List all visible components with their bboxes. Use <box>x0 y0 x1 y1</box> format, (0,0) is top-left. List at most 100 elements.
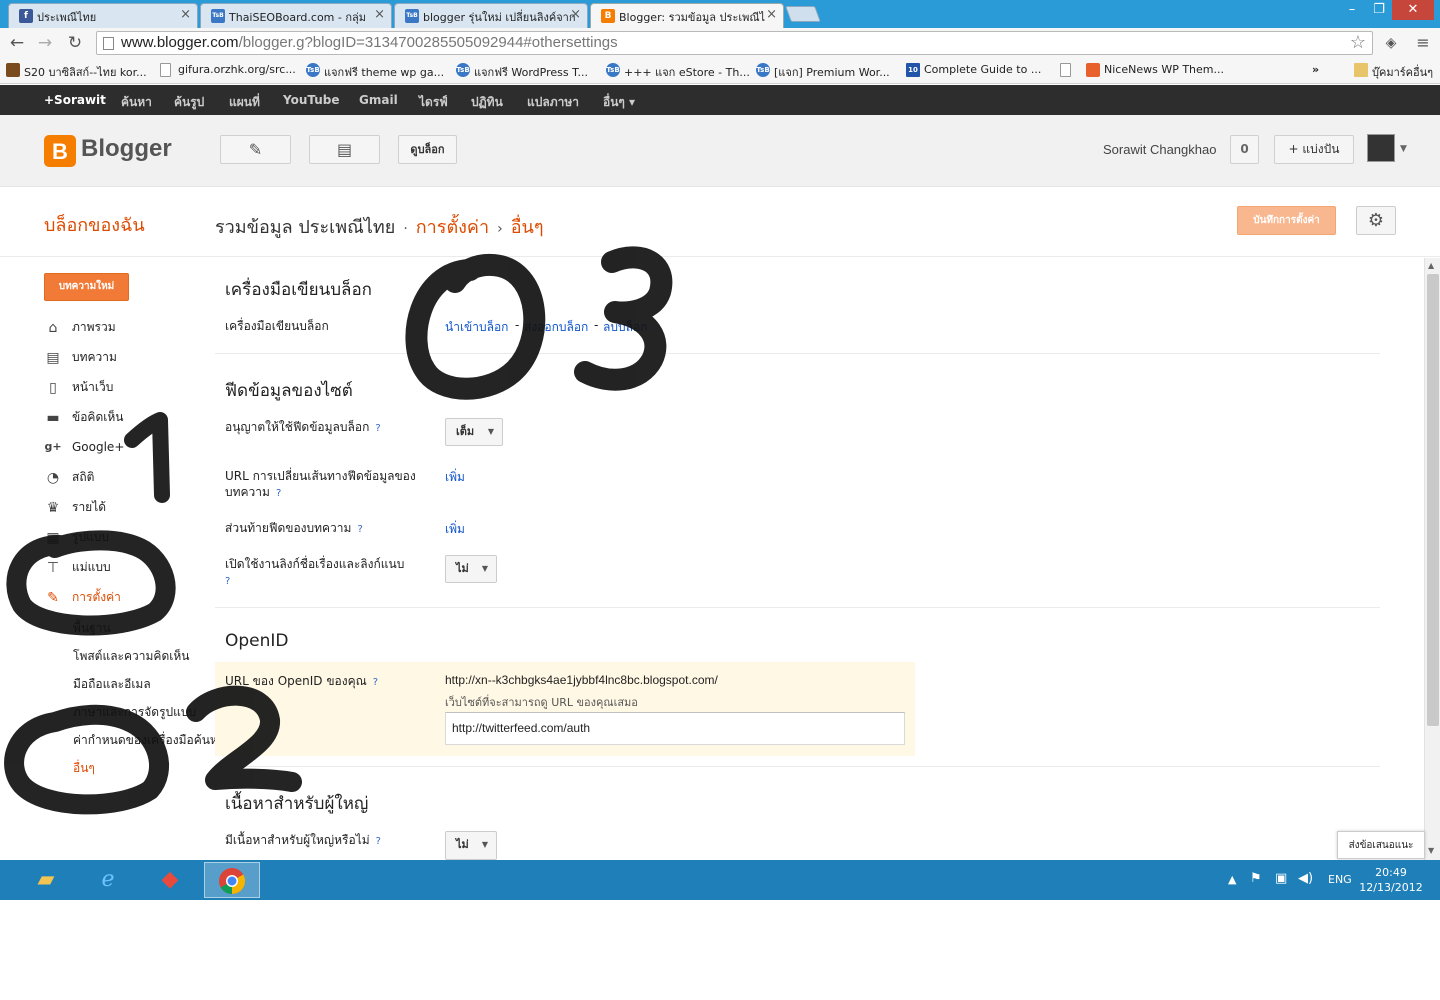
bookmark-item[interactable]: gifura.orzhk.org/src... <box>160 63 296 77</box>
gbar-link-youtube[interactable]: YouTube <box>283 93 340 107</box>
posts-list-button[interactable]: ▤ <box>309 135 380 164</box>
save-settings-button[interactable]: บันทึกการตั้งค่า <box>1237 206 1336 235</box>
browser-tab[interactable]: TsB blogger รุ่นใหม่ เปลี่ยนลิงค์จาก × <box>394 3 588 28</box>
new-tab-button[interactable] <box>785 6 821 22</box>
close-tab-icon[interactable]: × <box>374 7 385 22</box>
bookmark-item[interactable]: 10 Complete Guide to ... <box>906 63 1041 77</box>
title-links-dropdown[interactable]: ไม่ ▼ <box>445 555 497 583</box>
reload-icon[interactable]: ↻ <box>64 32 86 54</box>
close-tab-icon[interactable]: × <box>570 7 581 22</box>
blogger-logo-icon[interactable]: B <box>44 135 76 167</box>
import-blog-link[interactable]: นำเข้าบล็อก <box>445 318 508 337</box>
settings-sub-posts-comments[interactable]: โพสต์และความคิดเห็น <box>73 647 189 666</box>
openid-trusted-site-input[interactable]: http://twitterfeed.com/auth <box>445 712 905 745</box>
gbar-link-images[interactable]: ค้นรูป <box>174 93 204 112</box>
gbar-link-maps[interactable]: แผนที่ <box>229 93 260 112</box>
settings-sub-basic[interactable]: พื้นฐาน <box>73 619 111 638</box>
gbar-link-search[interactable]: ค้นหา <box>121 93 152 112</box>
bookmark-item[interactable]: TsB แจกฟรี theme wp ga... <box>306 63 444 81</box>
allow-feed-dropdown[interactable]: เต็ม ▼ <box>445 418 503 446</box>
help-icon[interactable]: ? <box>276 488 281 499</box>
my-blogs-link[interactable]: บล็อกของฉัน <box>44 210 145 239</box>
bookmark-item[interactable]: TsB แจกฟรี WordPress T... <box>456 63 588 81</box>
file-explorer-icon[interactable]: ▰ <box>18 862 74 898</box>
app-icon[interactable]: ◆ <box>142 862 198 898</box>
gbar-link-drive[interactable]: ไดรฟ์ <box>419 93 448 112</box>
breadcrumb-settings[interactable]: การตั้งค่า <box>416 217 489 238</box>
notification-count[interactable]: 0 <box>1230 135 1259 164</box>
chrome-icon[interactable] <box>204 862 260 898</box>
help-icon[interactable]: ? <box>373 677 378 688</box>
sidebar-item[interactable]: ⌂ ภาพรวม <box>44 318 116 338</box>
help-icon[interactable]: ? <box>225 576 230 587</box>
scrollbar-thumb[interactable] <box>1427 274 1439 726</box>
network-icon[interactable]: ▣ <box>1275 871 1287 886</box>
browser-tab[interactable]: f ประเพณีไทย × <box>8 3 198 28</box>
bookmark-item[interactable]: TsB +++ แจก eStore - Th... <box>606 63 750 81</box>
sidebar-item[interactable]: ▦ รูปแบบ <box>44 528 109 548</box>
breadcrumb-blog-title[interactable]: รวมข้อมูล ประเพณีไทย <box>215 217 395 238</box>
bookmark-item[interactable]: NiceNews WP Them... <box>1086 63 1224 77</box>
forward-arrow-icon[interactable]: → <box>34 32 56 54</box>
bookmark-item[interactable]: S20 บาซิลิสก์--ไทย kor... <box>6 63 147 81</box>
new-post-button[interactable]: บทความใหม่ <box>44 273 129 301</box>
gear-icon[interactable]: ⚙ <box>1356 206 1396 235</box>
settings-sub-other[interactable]: อื่นๆ <box>73 759 95 778</box>
minimize-icon[interactable]: – <box>1338 0 1366 20</box>
close-tab-icon[interactable]: × <box>180 7 191 22</box>
flag-icon[interactable]: ⚑ <box>1250 871 1262 886</box>
send-feedback-button[interactable]: ส่งข้อเสนอแนะ <box>1337 831 1425 859</box>
bookmarks-overflow-button[interactable]: » <box>1312 63 1319 76</box>
settings-sub-mobile-email[interactable]: มือถือและอีเมล <box>73 675 151 694</box>
browser-tab[interactable]: TsB ThaiSEOBoard.com - กลุ่ม × <box>200 3 392 28</box>
user-name[interactable]: Sorawit Changkhao <box>1103 142 1216 157</box>
browser-tab-active[interactable]: B Blogger: รวมข้อมูล ประเพณีไ × <box>590 3 784 28</box>
system-clock[interactable]: 20:49 12/13/2012 <box>1356 865 1426 895</box>
gbar-link-translate[interactable]: แปลภาษา <box>527 93 579 112</box>
share-button[interactable]: + แบ่งปัน <box>1274 135 1354 164</box>
sidebar-item[interactable]: ▤ บทความ <box>44 348 117 368</box>
address-bar[interactable]: www.blogger.com/blogger.g?blogID=3134700… <box>96 31 1373 55</box>
input-language[interactable]: ENG <box>1328 873 1352 886</box>
blogger-wordmark[interactable]: Blogger <box>81 135 172 163</box>
gbar-link-gmail[interactable]: Gmail <box>359 93 398 107</box>
sidebar-item[interactable]: ▯ หน้าเว็บ <box>44 378 113 398</box>
sidebar-item[interactable]: ◔ สถิติ <box>44 468 95 488</box>
tray-expand-icon[interactable]: ▲ <box>1228 873 1236 886</box>
scroll-up-icon[interactable]: ▲ <box>1428 261 1434 270</box>
close-tab-icon[interactable]: × <box>766 7 777 22</box>
gbar-link-profile[interactable]: +Sorawit <box>44 93 106 107</box>
new-post-pencil-button[interactable]: ✎ <box>220 135 291 164</box>
bookmark-item[interactable]: TsB [แจก] Premium Wor... <box>756 63 890 81</box>
settings-sub-language[interactable]: ภาษาและการจัดรูปแบบ <box>73 703 196 722</box>
volume-icon[interactable]: ◀) <box>1298 871 1313 886</box>
sidebar-item[interactable]: ⊤ แม่แบบ <box>44 558 111 578</box>
gbar-link-more[interactable]: อื่นๆ ▾ <box>603 93 635 112</box>
sidebar-item[interactable]: ▬ ข้อคิดเห็น <box>44 408 123 428</box>
sidebar-item[interactable]: ✎ การตั้งค่า <box>44 588 121 608</box>
add-feed-redirect-link[interactable]: เพิ่ม <box>445 468 465 487</box>
settings-sub-search[interactable]: ค่ากำหนดของเครื่องมือค้นหา <box>73 731 225 750</box>
help-icon[interactable]: ? <box>375 423 380 434</box>
scroll-down-icon[interactable]: ▼ <box>1428 846 1434 855</box>
menu-icon[interactable]: ≡ <box>1412 32 1434 54</box>
delete-blog-link[interactable]: ลบบล็อก <box>603 318 647 337</box>
maximize-icon[interactable]: ❐ <box>1366 0 1392 20</box>
other-bookmarks-folder[interactable]: บุ๊คมาร์คอื่นๆ <box>1354 63 1433 81</box>
gbar-link-calendar[interactable]: ปฏิทิน <box>471 93 503 112</box>
chevron-down-icon[interactable]: ▼ <box>1400 144 1407 154</box>
sidebar-item[interactable]: g+ Google+ <box>44 438 124 458</box>
bookmark-star-icon[interactable]: ☆ <box>1350 32 1366 53</box>
view-blog-button[interactable]: ดูบล็อก <box>398 135 457 164</box>
internet-explorer-icon[interactable]: e <box>80 862 136 898</box>
export-blog-link[interactable]: ส่งออกบล็อก <box>524 318 588 337</box>
back-arrow-icon[interactable]: ← <box>6 32 28 54</box>
avatar[interactable] <box>1367 134 1395 162</box>
help-icon[interactable]: ? <box>376 836 381 847</box>
help-icon[interactable]: ? <box>357 524 362 535</box>
adult-content-dropdown[interactable]: ไม่ ▼ <box>445 831 497 860</box>
extension-icon[interactable]: ◈ <box>1380 32 1402 54</box>
sidebar-item[interactable]: ♛ รายได้ <box>44 498 106 518</box>
close-window-icon[interactable]: ✕ <box>1392 0 1434 20</box>
vertical-scrollbar[interactable]: ▲ ▼ <box>1424 258 1440 860</box>
